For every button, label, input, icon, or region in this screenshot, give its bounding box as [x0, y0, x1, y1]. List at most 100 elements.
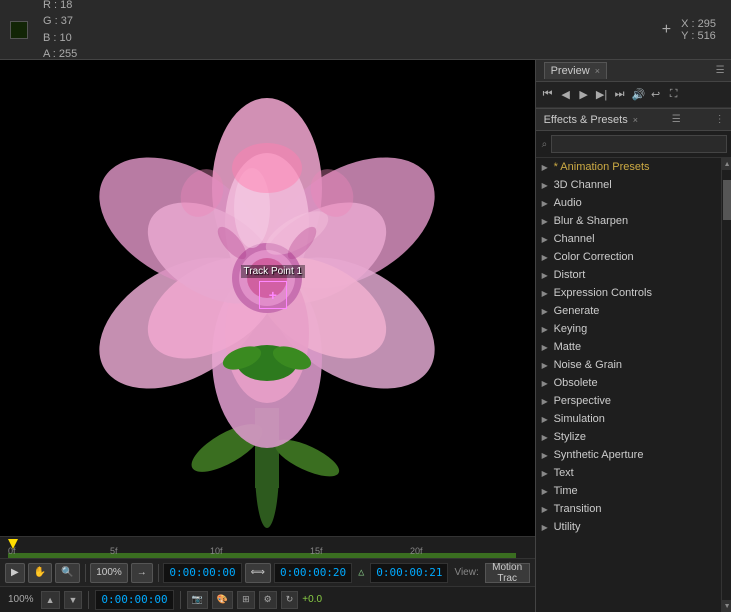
effects-panel-header: Effects & Presets × ☰ ⋮ [536, 109, 731, 131]
timecode-1[interactable]: 0:00:00:00 [163, 563, 241, 583]
right-panel: Preview × ☰ ⏮ ◀ ▶ ▶| ⏭ 🔊 ↩ ⛶ Effects & P… [535, 60, 731, 612]
effect-item[interactable]: ▶Color Correction [536, 248, 721, 266]
effect-item[interactable]: ▶Keying [536, 320, 721, 338]
scroll-up-button[interactable]: ▲ [722, 158, 731, 170]
bottom-timecode[interactable]: 0:00:00:00 [95, 590, 173, 610]
loop-button[interactable]: ↩ [648, 88, 664, 101]
marker-10f: 10f [210, 546, 223, 556]
search-input[interactable] [551, 135, 726, 153]
effect-item[interactable]: ▶ Synthetic Aperture [536, 446, 721, 464]
preview-close-icon[interactable]: × [595, 66, 600, 76]
effect-item[interactable]: ▶Channel [536, 230, 721, 248]
search-bar: ⌕ [536, 131, 731, 158]
effect-expand-icon: ▶ [542, 253, 550, 262]
settings-button[interactable]: ⚙ [259, 591, 277, 609]
bottom-zoom-in[interactable]: ▲ [41, 591, 60, 609]
scroll-thumb[interactable] [723, 180, 731, 220]
track-point: Track Point 1 + [241, 265, 306, 309]
color-info-section: R : 18 G : 37 B : 10 A : 255 [0, 0, 647, 59]
effect-item[interactable]: ▶3D Channel [536, 176, 721, 194]
effect-item[interactable]: ▶Time [536, 482, 721, 500]
effect-expand-icon: ▶ [542, 523, 550, 532]
green-value: G : 37 [43, 13, 77, 30]
grid-button[interactable]: ⊞ [237, 591, 255, 609]
effect-name: Channel [554, 233, 595, 245]
delta-code: △ [355, 567, 367, 578]
separator-1 [85, 564, 86, 582]
rotate-button[interactable]: ↻ [281, 591, 299, 609]
track-point-cross-icon: + [269, 287, 277, 303]
effect-name: Simulation [554, 413, 605, 425]
effects-menu-icon[interactable]: ☰ [672, 114, 681, 125]
zoom-tool-button[interactable]: 🔍 [55, 563, 79, 583]
effect-item[interactable]: ▶Generate [536, 302, 721, 320]
effect-expand-icon: ▶ [542, 433, 550, 442]
effect-item[interactable]: ▶Distort [536, 266, 721, 284]
camera-button[interactable]: 📷 [187, 591, 208, 609]
preview-menu-icon[interactable]: ☰ [716, 65, 725, 76]
effect-item[interactable]: ▶Text [536, 464, 721, 482]
effect-name: Audio [554, 197, 582, 209]
effects-scrollbar[interactable]: ▲ ▼ [721, 158, 731, 612]
effect-item[interactable]: ▶Expression Controls [536, 284, 721, 302]
effect-item[interactable]: ▶Blur & Sharpen [536, 212, 721, 230]
shuttle-button[interactable]: ⟺ [245, 563, 271, 583]
arrow-tool-button[interactable]: ▶ [5, 563, 25, 583]
effects-panel-title: Effects & Presets [544, 114, 628, 126]
effect-expand-icon: ▶ [542, 379, 550, 388]
effect-item[interactable]: ▶Transition [536, 500, 721, 518]
effect-expand-icon: ▶ [542, 217, 550, 226]
play-stop-button[interactable]: ▶ [576, 88, 592, 101]
effect-name: Expression Controls [554, 287, 652, 299]
timecode-3[interactable]: 0:00:00:21 [370, 563, 448, 583]
motion-trac-button[interactable]: Motion Trac [485, 563, 530, 583]
step-forward-button[interactable]: ▶| [594, 88, 610, 101]
effect-item[interactable]: ▶Simulation [536, 410, 721, 428]
effect-name: Perspective [554, 395, 611, 407]
arrow-right-button[interactable]: → [131, 563, 153, 583]
hand-tool-button[interactable]: ✋ [28, 563, 52, 583]
track-point-label: Track Point 1 [241, 265, 306, 278]
bottom-zoom: 100% [5, 594, 37, 605]
effect-item[interactable]: ▶Audio [536, 194, 721, 212]
color-swatch [10, 21, 28, 39]
plus-icon: + [662, 21, 671, 39]
effect-name: Generate [554, 305, 600, 317]
scroll-down-button[interactable]: ▼ [722, 600, 731, 612]
effects-panel-menu-icon[interactable]: ⋮ [715, 114, 725, 125]
marker-5f: 5f [110, 546, 118, 556]
coord-info-section: + X : 295 Y : 516 [647, 0, 731, 59]
step-end-button[interactable]: ⏭ [612, 88, 628, 101]
effect-item[interactable]: ▶Utility [536, 518, 721, 536]
effect-item[interactable]: ▶Perspective [536, 392, 721, 410]
search-icon: ⌕ [542, 139, 548, 150]
effect-name: Matte [554, 341, 582, 353]
effect-item[interactable]: ▶ Obsolete [536, 374, 721, 392]
timeline-bar: 0f 5f 10f 15f 20f [0, 536, 535, 558]
effect-expand-icon: ▶ [542, 469, 550, 478]
offset-value: +0.0 [302, 594, 322, 605]
timecode-2[interactable]: 0:00:00:20 [274, 563, 352, 583]
step-back-start-button[interactable]: ⏮ [540, 88, 556, 101]
top-info-bar: R : 18 G : 37 B : 10 A : 255 + X : 295 Y… [0, 0, 731, 60]
step-back-button[interactable]: ◀ [558, 88, 574, 101]
effect-expand-icon: ▶ [542, 163, 550, 172]
marker-20f: 20f [410, 546, 423, 556]
effect-item[interactable]: ▶* Animation Presets [536, 158, 721, 176]
effect-expand-icon: ▶ [542, 451, 550, 460]
expand-button[interactable]: ⛶ [666, 88, 682, 101]
effect-item[interactable]: ▶Noise & Grain [536, 356, 721, 374]
audio-button[interactable]: 🔊 [630, 88, 646, 101]
effects-list-container: ▶* Animation Presets▶3D Channel▶Audio▶Bl… [536, 158, 731, 612]
color-button[interactable]: 🎨 [212, 591, 233, 609]
preview-tab[interactable]: Preview × [544, 62, 607, 79]
flower-container: Track Point 1 + [0, 60, 535, 536]
effect-item[interactable]: ▶Stylize [536, 428, 721, 446]
effect-name: Obsolete [554, 377, 598, 389]
separator-3 [88, 591, 89, 609]
zoom-percent-button[interactable]: 100% [90, 563, 128, 583]
effect-name: Synthetic Aperture [554, 449, 644, 461]
effect-item[interactable]: ▶Matte [536, 338, 721, 356]
bottom-zoom-out[interactable]: ▼ [64, 591, 83, 609]
effects-close-icon[interactable]: × [633, 115, 638, 125]
